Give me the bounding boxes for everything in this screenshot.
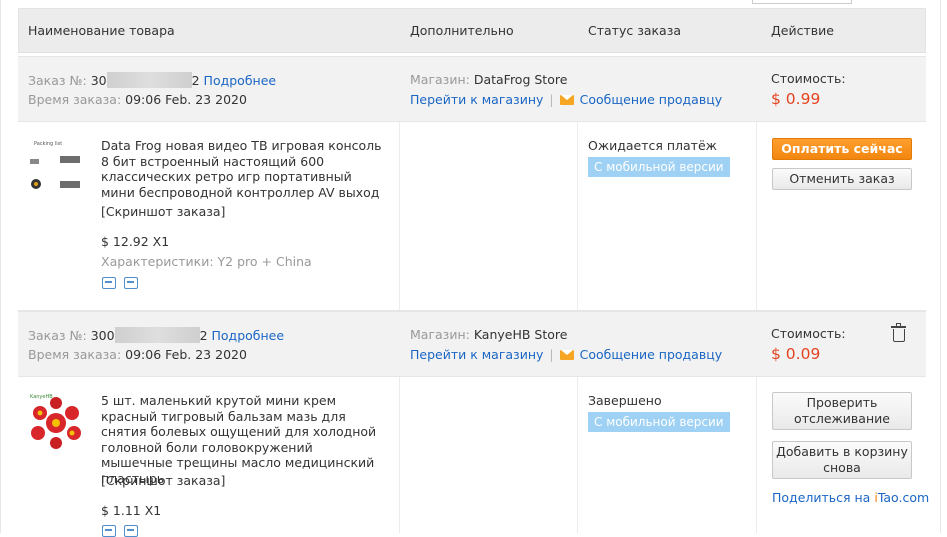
order-time-value: 09:06 Feb. 23 2020: [125, 92, 247, 107]
column-header-extra: Дополнительно: [410, 23, 514, 38]
order-number-suffix: 2: [191, 73, 200, 88]
go-to-store-link[interactable]: Перейти к магазину: [410, 92, 543, 107]
item-price-quantity: $ 12.92 X1: [101, 234, 170, 249]
cost-value: $ 0.09: [771, 345, 821, 363]
return-icon[interactable]: [124, 277, 138, 289]
trash-icon[interactable]: [891, 323, 906, 342]
order-screenshot-link[interactable]: [Скриншот заказа]: [101, 204, 225, 219]
order-number: Заказ №: 300 2 Подробнее: [28, 327, 284, 343]
message-seller-link[interactable]: Сообщение продавцу: [580, 92, 723, 107]
specs-label: Характеристики:: [101, 254, 214, 269]
order-2-body: KanyeHB 5 шт. маленький крутой мини крем…: [18, 377, 929, 537]
order-time-label: Время заказа:: [28, 92, 122, 107]
store-info: Магазин: KanyeHB Store: [410, 327, 567, 342]
message-seller-link[interactable]: Сообщение продавцу: [580, 347, 723, 362]
order-time: Время заказа: 09:06 Feb. 23 2020: [28, 347, 247, 362]
page-left-border: [0, 0, 1, 533]
delivery-icon[interactable]: [102, 277, 116, 289]
separator: |: [549, 92, 554, 107]
separator: |: [549, 347, 554, 362]
order-number-label: Заказ №:: [28, 73, 87, 88]
cost-label: Стоимость:: [771, 326, 846, 341]
item-service-icons: [102, 277, 138, 289]
track-shipment-button[interactable]: Проверить отслеживание: [772, 392, 912, 430]
order-status: Завершено: [588, 393, 662, 408]
item-price-quantity: $ 1.11 X1: [101, 503, 162, 518]
order-time: Время заказа: 09:06 Feb. 23 2020: [28, 92, 247, 107]
column-divider: [756, 122, 757, 310]
store-links: Перейти к магазину | Сообщение продавцу: [410, 347, 722, 362]
thumbnail-caption: Packing list: [34, 141, 62, 147]
order-1-body: Packing list Data Frog новая видео ТВ иг…: [18, 122, 926, 311]
cost-label: Стоимость:: [771, 71, 846, 86]
order-details-link[interactable]: Подробнее: [212, 328, 285, 343]
go-to-store-link[interactable]: Перейти к магазину: [410, 347, 543, 362]
order-number-suffix: 2: [199, 328, 208, 343]
store-info: Магазин: DataFrog Store: [410, 72, 567, 87]
order-2-header: Заказ №: 300 2 Подробнее Время заказа: 09…: [18, 311, 926, 377]
mail-icon: [559, 95, 574, 105]
store-name: DataFrog Store: [473, 72, 568, 87]
column-divider: [756, 377, 757, 533]
cost-value: $ 0.99: [771, 90, 821, 108]
order-1-header: Заказ №: 30 2 Подробнее Время заказа: 09:…: [18, 56, 926, 122]
order-number-prefix: 300: [90, 328, 115, 343]
return-icon[interactable]: [124, 525, 138, 537]
mail-icon: [559, 350, 574, 360]
orders-table-header: Наименование товара Дополнительно Статус…: [18, 8, 926, 53]
cancel-order-button[interactable]: Отменить заказ: [772, 168, 912, 190]
column-divider: [577, 122, 578, 310]
order-number-label: Заказ №:: [28, 328, 87, 343]
store-label: Магазин:: [410, 72, 470, 87]
share-on-itao-link[interactable]: Поделиться на iTao.com: [772, 490, 929, 505]
top-control-edge: [752, 0, 852, 4]
product-thumbnail[interactable]: KanyeHB: [26, 391, 88, 451]
add-to-cart-again-button[interactable]: Добавить в корзину снова: [772, 441, 912, 479]
store-name: KanyeHB Store: [473, 327, 568, 342]
delivery-icon[interactable]: [102, 525, 116, 537]
share-brand-name[interactable]: Tao.com: [878, 490, 929, 505]
mobile-version-badge: С мобильной версии: [588, 157, 730, 177]
column-header-status: Статус заказа: [588, 23, 682, 38]
column-divider: [577, 377, 578, 533]
column-header-action: Действие: [771, 23, 834, 38]
share-text[interactable]: Поделиться на: [772, 490, 874, 505]
order-number-prefix: 30: [90, 73, 107, 88]
product-thumbnail[interactable]: Packing list: [26, 136, 86, 198]
store-label: Магазин:: [410, 327, 470, 342]
item-service-icons: [102, 525, 138, 537]
order-details-link[interactable]: Подробнее: [204, 73, 277, 88]
thumbnail-caption: KanyeHB: [30, 394, 53, 400]
product-title[interactable]: Data Frog новая видео ТВ игровая консоль…: [101, 138, 386, 200]
order-number: Заказ №: 30 2 Подробнее: [28, 72, 276, 88]
mobile-version-badge: С мобильной версии: [588, 412, 730, 432]
specs-value: Y2 pro + China: [217, 254, 312, 269]
column-header-product: Наименование товара: [28, 23, 175, 38]
order-status: Ожидается платёж: [588, 138, 717, 153]
page-right-border: [940, 0, 941, 533]
column-divider: [399, 122, 400, 310]
column-divider: [399, 377, 400, 533]
order-time-label: Время заказа:: [28, 347, 122, 362]
order-time-value: 09:06 Feb. 23 2020: [125, 347, 247, 362]
redacted-order-number: [106, 72, 192, 88]
item-specs: Характеристики: Y2 pro + China: [101, 254, 312, 269]
pay-now-button[interactable]: Оплатить сейчас: [772, 138, 912, 160]
order-screenshot-link[interactable]: [Скриншот заказа]: [101, 473, 225, 488]
redacted-order-number: [114, 327, 200, 343]
store-links: Перейти к магазину | Сообщение продавцу: [410, 92, 722, 107]
